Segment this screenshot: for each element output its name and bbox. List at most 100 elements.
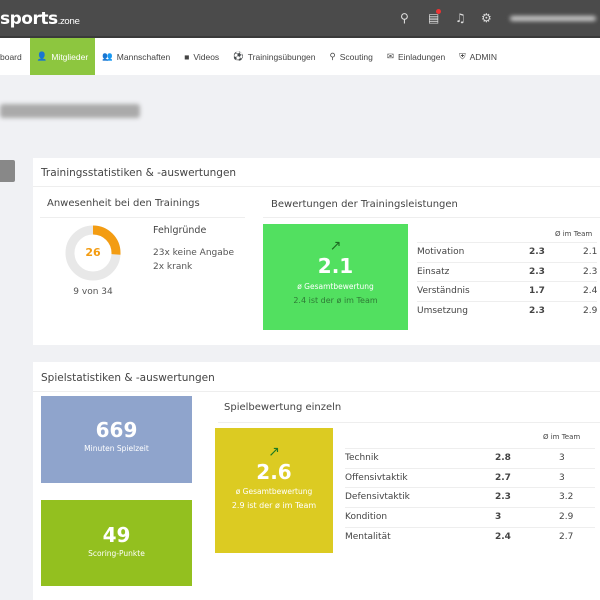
score-value: 2.6: [256, 460, 292, 484]
score-label: ø Gesamtbewertung: [297, 282, 374, 291]
cell-value: 2.3: [529, 247, 545, 257]
nav-item-mannschaften[interactable]: 👥 Mannschaften: [95, 38, 177, 75]
cell-value: 3: [495, 512, 502, 523]
search-icon[interactable]: ⚲: [400, 11, 409, 25]
ratings-title: Bewertungen der Trainingsleistungen: [271, 199, 458, 210]
cell-name: Einsatz: [417, 266, 450, 277]
table-row: Verständnis 1.7 2.4: [417, 281, 597, 300]
cell-value: 2.4: [495, 531, 511, 542]
cell-value: 1.7: [529, 286, 545, 297]
table-row: Defensivtaktik 2.3 3.2: [345, 487, 595, 506]
cell-team: 3: [559, 453, 565, 463]
table-row: Umsetzung 2.3 2.9: [417, 301, 597, 320]
minutes-value: 669: [95, 418, 138, 442]
table-row: Kondition 3 2.9: [345, 507, 595, 526]
cell-name: Defensivtaktik: [345, 492, 410, 503]
score-value: 2.1: [317, 254, 354, 278]
attendance-title: Anwesenheit bei den Trainings: [47, 198, 200, 209]
nav-item-board[interactable]: board: [0, 38, 30, 75]
table-row: Mentalität 2.4 2.7: [345, 526, 595, 546]
top-bar: sports.zone ⚲ ▤ ♫ ⚙: [0, 0, 600, 38]
nav-item-admin[interactable]: ⛨ ADMIN: [452, 38, 504, 75]
reason-item: 23x keine Angabe: [153, 248, 235, 258]
points-value: 49: [102, 523, 131, 547]
table-row: Motivation 2.3 2.1: [417, 242, 597, 261]
cell-team: 2.7: [559, 531, 574, 542]
minutes-label: Minuten Spielzeit: [84, 444, 149, 453]
reasons-title: Fehlgründe: [153, 225, 207, 236]
cell-name: Umsetzung: [417, 306, 468, 317]
table-row: Technik 2.8 3: [345, 448, 595, 467]
user-name-blurred[interactable]: [510, 16, 596, 21]
nav-icon: ✉: [386, 51, 394, 61]
card-title: Spielstatistiken & -auswertungen: [41, 372, 215, 384]
cell-name: Verständnis: [417, 286, 470, 297]
cell-name: Mentalität: [345, 531, 391, 542]
cell-value: 2.3: [495, 492, 511, 503]
reason-item: 2x krank: [153, 262, 193, 272]
team-note: 2.9 ist der ø im Team: [231, 501, 317, 510]
training-score-box: ↗ 2.1 ø Gesamtbewertung 2.4 ist der ø im…: [263, 224, 408, 330]
member-name-blurred: [0, 104, 140, 118]
cell-team: 3.2: [559, 492, 574, 503]
nav-label: Trainingsübungen: [247, 51, 316, 62]
gear-icon[interactable]: ⚙: [481, 11, 492, 25]
nav-icon: 👤: [36, 51, 48, 61]
cell-team: 3: [559, 472, 565, 483]
game-rating-title: Spielbewertung einzeln: [224, 402, 342, 413]
nav-label: Mitglieder: [51, 51, 89, 62]
game-stats-card: Spielstatistiken & -auswertungen 669 Min…: [33, 362, 600, 600]
card-title: Trainingsstatistiken & -auswertungen: [41, 167, 237, 179]
logo[interactable]: sports.zone: [0, 9, 80, 29]
training-ratings-table: Ø im Team Motivation 2.3 2.1 Einsatz 2.3 2.3 V…: [417, 224, 597, 334]
score-label: ø Gesamtbewertung: [235, 487, 313, 496]
trend-up-icon: ↗: [329, 238, 342, 254]
nav-label: Einladungen: [397, 51, 446, 62]
cell-value: 2.3: [529, 266, 545, 277]
nav-label: Videos: [193, 51, 220, 62]
team-header: Ø im Team: [555, 230, 593, 238]
cell-value: 2.8: [495, 453, 511, 463]
points-label: Scoring-Punkte: [88, 549, 145, 558]
training-stats-card: Trainingsstatistiken & -auswertungen Anw…: [33, 158, 600, 345]
nav-icon: 👥: [102, 51, 113, 61]
cell-name: Kondition: [345, 512, 388, 523]
cell-team: 2.9: [583, 306, 598, 317]
game-score-box: ↗ 2.6 ø Gesamtbewertung 2.9 ist der ø im…: [215, 428, 333, 553]
game-ratings-table: Ø im Team Technik 2.8 3 Offensivtaktik 2.7 3 D…: [345, 428, 595, 548]
calendar-icon[interactable]: ▤: [428, 9, 442, 25]
cell-value: 2.3: [529, 306, 545, 317]
cell-name: Technik: [345, 453, 379, 463]
attendance-percent: 26: [85, 246, 101, 259]
cell-name: Offensivtaktik: [345, 472, 408, 483]
points-box: 49 Scoring-Punkte: [41, 500, 192, 586]
back-button[interactable]: [0, 160, 15, 182]
cell-name: Motivation: [417, 247, 465, 257]
table-row: Offensivtaktik 2.7 3: [345, 467, 595, 487]
team-header: Ø im Team: [543, 433, 581, 441]
cell-team: 2.4: [583, 286, 598, 297]
nav-icon: ■: [184, 51, 190, 62]
cell-value: 2.7: [495, 472, 511, 483]
nav-item-einladungen[interactable]: ✉ Einladungen: [380, 38, 452, 75]
trend-up-icon: ↗: [268, 444, 280, 460]
nav-item-trainingsübungen[interactable]: ⚽ Trainingsübungen: [226, 38, 322, 75]
attendance-count: 9 von 34: [73, 287, 113, 297]
nav-item-mitglieder[interactable]: 👤 Mitglieder: [29, 38, 96, 75]
nav-icon: ⚽: [233, 51, 244, 61]
cell-team: 2.1: [583, 247, 598, 257]
nav-item-scouting[interactable]: ⚲ Scouting: [323, 38, 380, 75]
cell-team: 2.9: [559, 512, 574, 523]
table-row: Einsatz 2.3 2.3: [417, 261, 598, 281]
cell-team: 2.3: [583, 266, 598, 277]
nav-label: Mannschaften: [116, 51, 171, 62]
logo-text: sports: [0, 9, 58, 29]
team-note: 2.4 ist der ø im Team: [293, 296, 378, 305]
nav-icon: ⛨: [459, 51, 466, 61]
minutes-box: 669 Minuten Spielzeit: [41, 396, 192, 483]
nav-label: board: [0, 51, 22, 62]
nav-label: Scouting: [339, 51, 373, 62]
nav-icon: ⚲: [329, 51, 336, 61]
nav-item-videos[interactable]: ■ Videos: [177, 38, 226, 75]
bell-icon[interactable]: ♫: [455, 11, 466, 25]
